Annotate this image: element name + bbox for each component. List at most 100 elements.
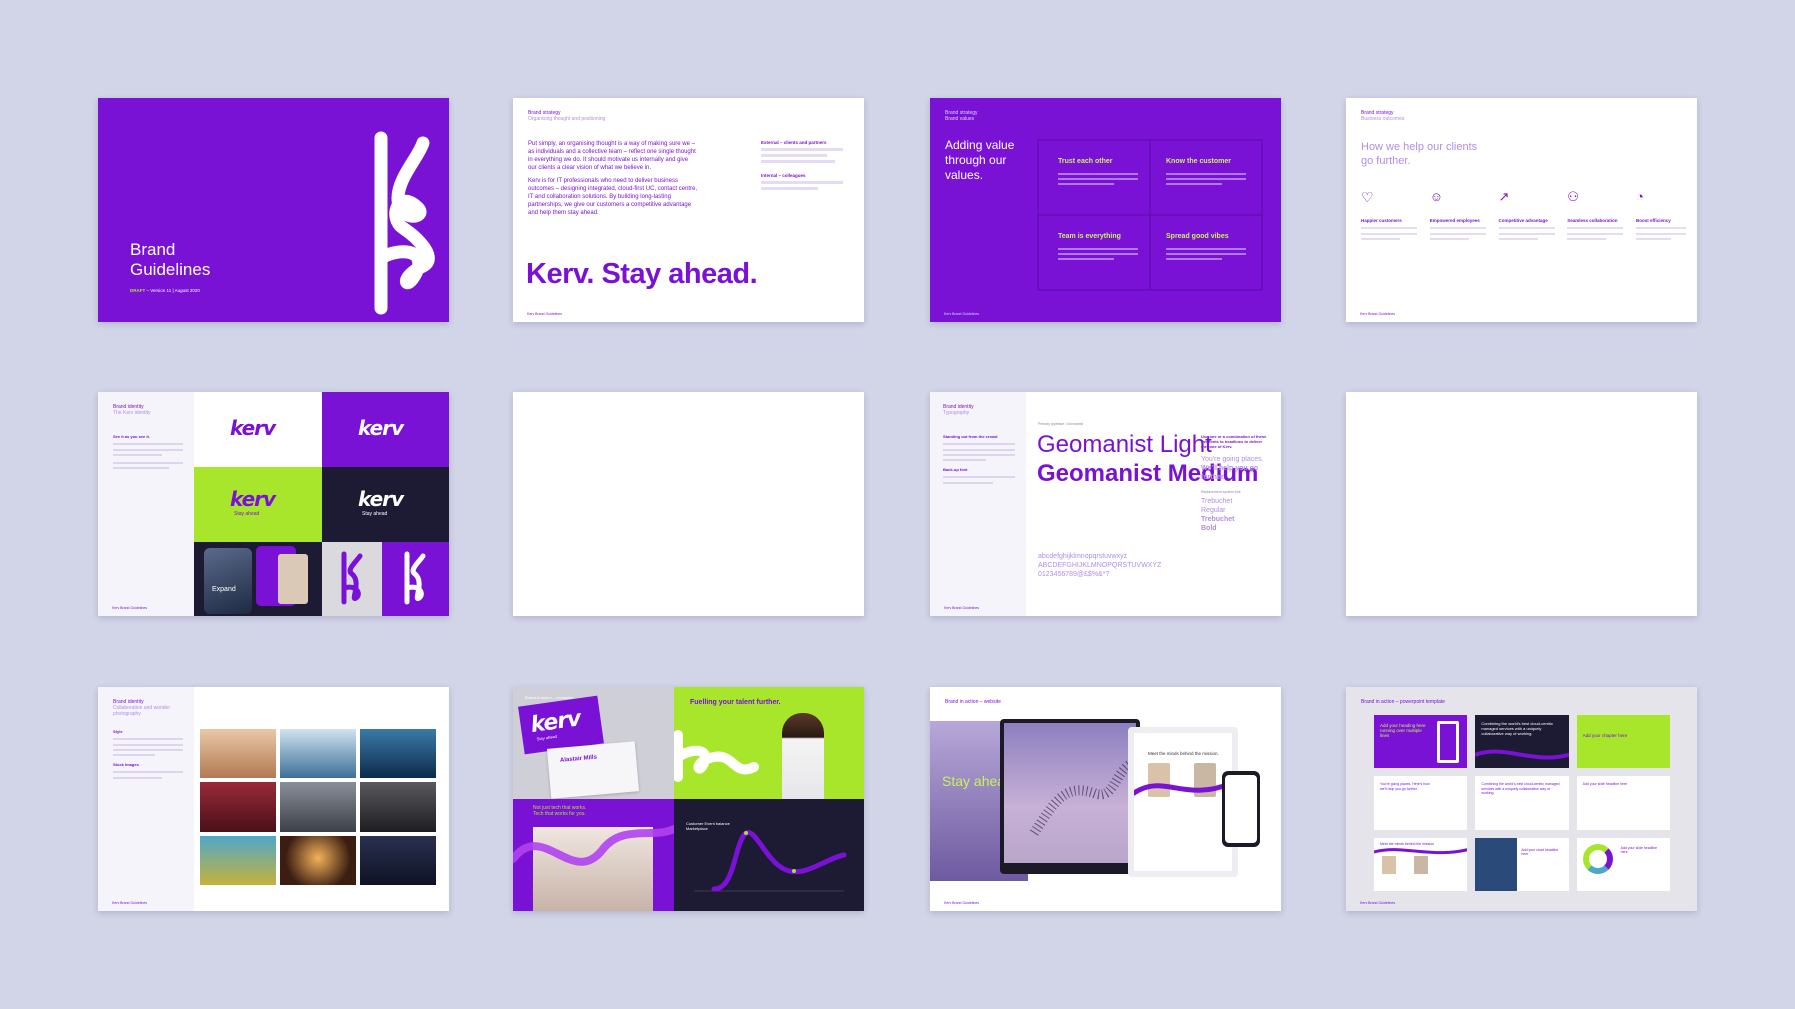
pp-thumb-3-text: Add your chapter here [1582,733,1628,738]
typography-subsection-label: Typography [943,410,970,416]
outcomes-items: ♡ Happier customers ☺ Empowered employee… [1361,190,1686,243]
strategy-subsection-label: Organising thought and positioning [528,116,606,122]
pp-thumb-7-person-1 [1382,855,1396,874]
identity-tile-purple-2 [382,542,449,616]
photo-fish [200,835,276,885]
pp-thumb-2-swoosh [1475,749,1569,760]
typography-primary-label: Primary typeface: Geomanist [1038,422,1084,426]
photo-grid [200,729,436,885]
slide-examples[interactable]: kerv Stay ahead Alastair Mills Fuelling … [513,687,864,911]
kerv-vertical-logo-grey [341,551,363,605]
outcome-label-4: Seamless collaboration [1567,218,1618,223]
slide-values[interactable]: Brand strategy Brand values Adding value… [930,98,1281,322]
identity-sidebar [98,392,194,616]
photo-diver [360,729,436,779]
slide-blank-1[interactable] [513,392,864,616]
identity-tile-phones: Expand [194,542,322,616]
identity-tile-white: kerv [194,392,322,467]
laptop-mockup [1000,719,1140,874]
outcome-item-1: ♡ Happier customers [1361,190,1417,243]
strategy-body-1: Put simply, an organising thought is a w… [528,141,696,171]
photography-sidebar [98,687,194,911]
identity-footer: Kerv Brand Guidelines [112,606,148,610]
pp-thumb-1-logo [1437,721,1460,763]
photography-side-head-1: Style [113,729,123,734]
identity-tagline-lime: Stay ahead [234,511,260,517]
slide-typography[interactable]: Brand identity Typography Standing out f… [930,392,1281,616]
slide-website[interactable]: Brand in action – website Stay ahead. Me… [930,687,1281,911]
outcomes-subsection-label: Business outcomes [1361,116,1405,122]
pp-thumb-9: Add your slide headline here [1576,837,1670,891]
identity-side-head: See it as you see it. [113,434,150,439]
people-icon: ☺ [1429,189,1444,204]
pp-thumb-6: Add your slide headline here [1576,776,1670,830]
slide-cover[interactable]: Brand Guidelines DRAFT – Version 11 | Au… [98,98,449,322]
strategy-side-lines-2 [761,154,827,157]
pp-thumb-6-text: Add your slide headline here [1582,782,1628,787]
gauge-icon: ◔ [1636,189,1644,204]
heart-icon: ♡ [1361,189,1374,205]
values-quad-text-3 [1058,245,1138,263]
pp-thumb-7-person-2 [1414,855,1428,874]
typography-sample-1: You're going places. [1201,456,1264,463]
tablet-screen: Meet the minds behind the mission. [1134,733,1232,871]
strategy-sidebar: External – clients and partners Internal… [761,140,843,193]
photography-section: Brand identity Collaboration and wonder … [113,699,185,717]
identity-side-text: See it as you see it. [113,434,183,472]
examples-section-label: Brand in action – examples [525,695,574,700]
values-quad-text-4 [1166,245,1246,263]
kerv-logo-on-lime: kerv [230,487,276,511]
photo-flowers [200,782,276,832]
kerv-logo-white: kerv [358,416,404,440]
cover-kerv-logo [374,131,435,315]
typography-footer: Kerv Brand Guidelines [944,606,980,610]
phone-mockup: Expand [204,548,252,614]
identity-subsection-label: The Kerv identity [113,410,151,416]
typography-section: Brand identity Typography [943,404,974,416]
photo-tree [280,729,356,779]
photo-dancer [280,782,356,832]
slide-blank-2[interactable] [1346,392,1697,616]
values-quad-vibes: Spread good vibes [1166,233,1229,240]
outcome-label-5: Boost efficiency [1636,218,1671,223]
photo-desert [200,729,276,779]
outcome-item-4: ⚇ Seamless collaboration [1567,190,1624,243]
strategy-side-head-2: Internal – colleagues [761,173,806,178]
examples-photo-text: Not just tech that works. Tech that work… [533,805,586,817]
business-card-back: Alastair Mills [546,741,640,799]
strategy-headline: Kerv. Stay ahead. [526,258,758,290]
examples-text-2: Tech that works for you. [533,811,586,817]
pp-thumb-4: You're going places. Here's how we'll he… [1374,776,1468,830]
slide-photography[interactable]: Brand identity Collaboration and wonder … [98,687,449,911]
card-name: Alastair Mills [559,754,598,764]
strategy-footer: Kerv Brand Guidelines [527,312,563,316]
outcomes-heading: How we help our clients go further. [1361,141,1478,167]
pp-thumb-1: Add your heading here running over multi… [1374,715,1468,769]
outcomes-footer: Kerv Brand Guidelines [1360,312,1396,316]
typography-side-text: Standing out from the crowd Back-up font [943,434,1015,487]
identity-tagline-dark: Stay ahead [362,511,388,517]
chart-up-icon: ↗ [1498,189,1510,204]
slide-outcomes[interactable]: Brand strategy Business outcomes How we … [1346,98,1697,322]
slide-powerpoint[interactable]: Brand in action – powerpoint template Ad… [1346,687,1697,911]
strategy-body: Put simply, an organising thought is a w… [528,140,698,217]
backup-font-4: Bold [1201,525,1217,532]
typography-sample-2: We'll help you go further. [1201,465,1259,481]
slide-identity[interactable]: Brand identity The Kerv identity See it … [98,392,449,616]
identity-tile-dark: kerv Stay ahead [322,467,449,542]
examples-curve-chart [694,830,847,892]
outcome-item-2: ☺ Empowered employees [1429,189,1486,243]
pp-thumb-8-photo [1475,837,1518,891]
typography-side-head-2: Back-up font [943,467,968,472]
bird-flock-graphic [1029,758,1135,836]
slide-strategy[interactable]: Brand strategy Organising thought and po… [513,98,864,322]
poster-kerv-swoosh [674,730,759,782]
pp-thumb-5-text: Combining the world's best cloud-centric… [1481,782,1560,796]
values-quad-customer: Know the customer [1166,158,1231,165]
photo-rock [360,782,436,832]
website-swoosh [1134,780,1232,796]
poster-person [782,713,824,799]
strategy-side-lines-4 [761,181,843,184]
pp-thumb-1-text: Add your heading here running over multi… [1380,723,1426,738]
examples-chart-panel: Customer Event balance Marketplace [674,799,864,911]
